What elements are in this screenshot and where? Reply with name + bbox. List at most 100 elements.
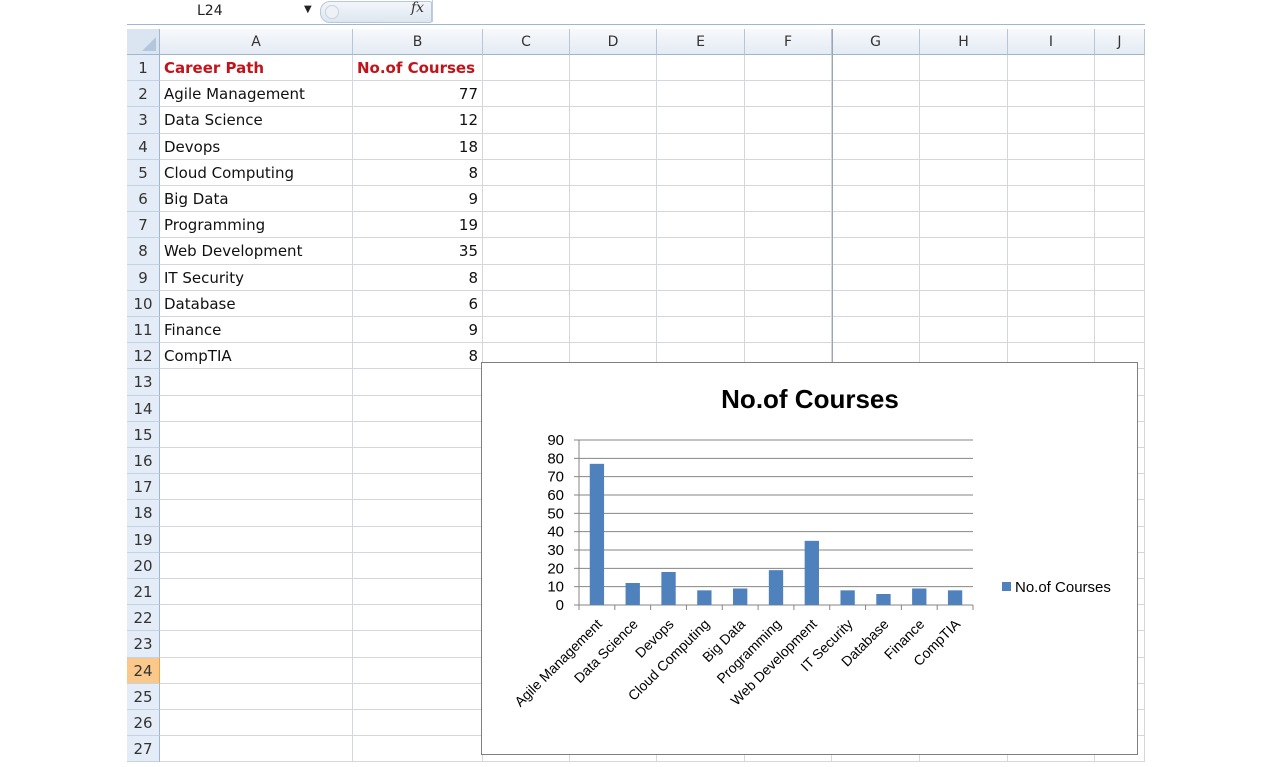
cell-g1[interactable] — [832, 55, 920, 82]
cell-f10[interactable] — [745, 290, 832, 317]
cell-j1[interactable] — [1095, 55, 1145, 82]
cell-b5[interactable]: 8 — [353, 159, 483, 186]
cell-d10[interactable] — [570, 290, 657, 317]
cell-i8[interactable] — [1008, 238, 1095, 265]
row-header-11[interactable]: 11 — [127, 317, 160, 344]
cell-g3[interactable] — [832, 107, 920, 134]
cell-g6[interactable] — [832, 186, 920, 213]
cell-f11[interactable] — [745, 317, 832, 344]
cell-h8[interactable] — [920, 238, 1008, 265]
cell-a11[interactable]: Finance — [160, 317, 353, 344]
cell-f2[interactable] — [745, 81, 832, 108]
cell-i9[interactable] — [1008, 264, 1095, 291]
cell-b10[interactable]: 6 — [353, 290, 483, 317]
row-header-1[interactable]: 1 — [127, 55, 160, 82]
cell-a14[interactable] — [160, 395, 353, 422]
cell-b14[interactable] — [353, 395, 483, 422]
cell-b25[interactable] — [353, 683, 483, 710]
column-header-d[interactable]: D — [570, 29, 657, 55]
cell-i2[interactable] — [1008, 81, 1095, 108]
row-header-7[interactable]: 7 — [127, 212, 160, 239]
row-header-19[interactable]: 19 — [127, 526, 160, 553]
cell-a2[interactable]: Agile Management — [160, 81, 353, 108]
cell-b22[interactable] — [353, 605, 483, 632]
cell-b23[interactable] — [353, 631, 483, 658]
cell-b15[interactable] — [353, 421, 483, 448]
bar-chart[interactable]: No.of Courses 0 10 20 30 40 50 60 70 80 90 Agile Ma… — [481, 362, 1138, 755]
row-header-23[interactable]: 23 — [127, 631, 160, 658]
cell-a16[interactable] — [160, 448, 353, 475]
cell-e3[interactable] — [657, 107, 745, 134]
cell-d6[interactable] — [570, 186, 657, 213]
cell-g10[interactable] — [832, 290, 920, 317]
cell-a4[interactable]: Devops — [160, 133, 353, 160]
cell-c11[interactable] — [483, 317, 570, 344]
cell-a8[interactable]: Web Development — [160, 238, 353, 265]
cell-h11[interactable] — [920, 317, 1008, 344]
cell-h7[interactable] — [920, 212, 1008, 239]
cell-i5[interactable] — [1008, 159, 1095, 186]
cell-e7[interactable] — [657, 212, 745, 239]
row-header-5[interactable]: 5 — [127, 159, 160, 186]
cell-a23[interactable] — [160, 631, 353, 658]
cell-j9[interactable] — [1095, 264, 1145, 291]
column-header-j[interactable]: J — [1095, 29, 1145, 55]
cell-h1[interactable] — [920, 55, 1008, 82]
cell-g4[interactable] — [832, 133, 920, 160]
cell-b19[interactable] — [353, 526, 483, 553]
row-header-13[interactable]: 13 — [127, 369, 160, 396]
cell-g9[interactable] — [832, 264, 920, 291]
cell-f3[interactable] — [745, 107, 832, 134]
row-header-14[interactable]: 14 — [127, 395, 160, 422]
cell-b8[interactable]: 35 — [353, 238, 483, 265]
cell-h9[interactable] — [920, 264, 1008, 291]
cell-c3[interactable] — [483, 107, 570, 134]
cell-b24[interactable] — [353, 657, 483, 684]
row-header-17[interactable]: 17 — [127, 474, 160, 501]
cell-j3[interactable] — [1095, 107, 1145, 134]
row-header-26[interactable]: 26 — [127, 710, 160, 737]
cell-j11[interactable] — [1095, 317, 1145, 344]
cell-j2[interactable] — [1095, 81, 1145, 108]
cell-a9[interactable]: IT Security — [160, 264, 353, 291]
cell-g11[interactable] — [832, 317, 920, 344]
cell-b27[interactable] — [353, 736, 483, 763]
row-header-18[interactable]: 18 — [127, 500, 160, 527]
cell-j10[interactable] — [1095, 290, 1145, 317]
cell-b16[interactable] — [353, 448, 483, 475]
cell-b3[interactable]: 12 — [353, 107, 483, 134]
insert-function-icon[interactable]: fx — [411, 0, 424, 16]
cell-g7[interactable] — [832, 212, 920, 239]
name-box-dropdown-icon[interactable]: ▼ — [304, 4, 312, 15]
cell-d8[interactable] — [570, 238, 657, 265]
cell-e9[interactable] — [657, 264, 745, 291]
cell-a22[interactable] — [160, 605, 353, 632]
cell-a13[interactable] — [160, 369, 353, 396]
cell-f4[interactable] — [745, 133, 832, 160]
cell-b2[interactable]: 77 — [353, 81, 483, 108]
row-header-3[interactable]: 3 — [127, 107, 160, 134]
row-header-20[interactable]: 20 — [127, 552, 160, 579]
row-header-8[interactable]: 8 — [127, 238, 160, 265]
column-header-c[interactable]: C — [483, 29, 570, 55]
cell-a15[interactable] — [160, 421, 353, 448]
cell-e11[interactable] — [657, 317, 745, 344]
row-header-12[interactable]: 12 — [127, 343, 160, 370]
cell-b11[interactable]: 9 — [353, 317, 483, 344]
row-header-16[interactable]: 16 — [127, 448, 160, 475]
cell-e6[interactable] — [657, 186, 745, 213]
cell-a3[interactable]: Data Science — [160, 107, 353, 134]
cell-j5[interactable] — [1095, 159, 1145, 186]
cell-c1[interactable] — [483, 55, 570, 82]
cell-h5[interactable] — [920, 159, 1008, 186]
column-header-g[interactable]: G — [832, 29, 920, 55]
cell-b7[interactable]: 19 — [353, 212, 483, 239]
cell-a5[interactable]: Cloud Computing — [160, 159, 353, 186]
cell-h2[interactable] — [920, 81, 1008, 108]
cell-i7[interactable] — [1008, 212, 1095, 239]
cell-c10[interactable] — [483, 290, 570, 317]
column-header-a[interactable]: A — [160, 29, 353, 55]
row-header-22[interactable]: 22 — [127, 605, 160, 632]
cell-b6[interactable]: 9 — [353, 186, 483, 213]
cell-i10[interactable] — [1008, 290, 1095, 317]
